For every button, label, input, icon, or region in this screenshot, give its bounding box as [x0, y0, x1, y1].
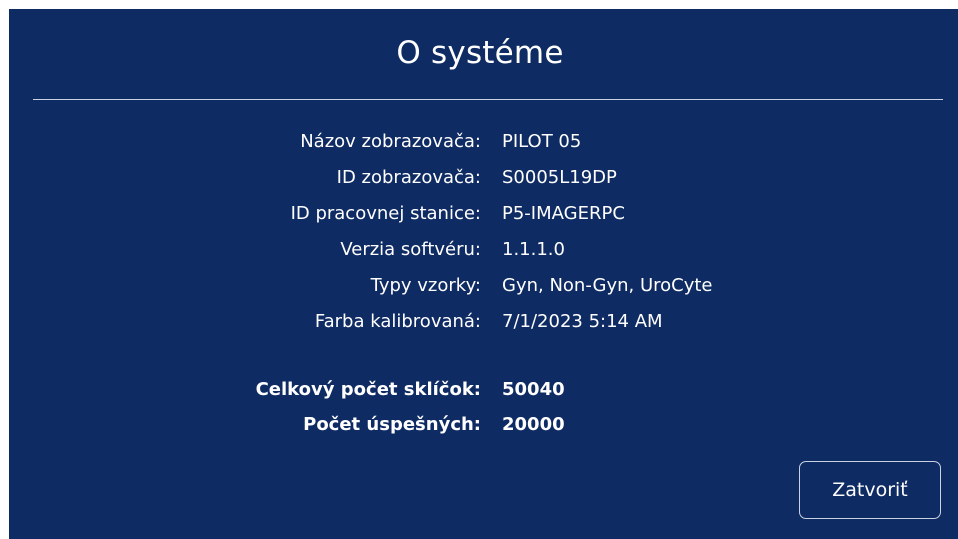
- info-label: Názov zobrazovača:: [300, 131, 481, 152]
- stats-label: Celkový počet sklíčok:: [255, 379, 481, 400]
- info-label: ID pracovnej stanice:: [290, 203, 481, 224]
- info-row-imager-name: Názov zobrazovača: PILOT 05: [9, 127, 958, 157]
- stats-label: Počet úspešných:: [303, 414, 481, 435]
- info-row-color-calibrated: Farba kalibrovaná: 7/1/2023 5:14 AM: [9, 307, 958, 337]
- info-value: Gyn, Non-Gyn, UroCyte: [502, 275, 713, 296]
- info-label: Typy vzorky:: [370, 275, 481, 296]
- info-row-sample-types: Typy vzorky: Gyn, Non-Gyn, UroCyte: [9, 271, 958, 301]
- close-button[interactable]: Zatvoriť: [799, 461, 941, 519]
- info-label: ID zobrazovača:: [336, 167, 481, 188]
- info-label: Farba kalibrovaná:: [314, 311, 481, 332]
- info-value: 7/1/2023 5:14 AM: [502, 311, 663, 332]
- info-value: PILOT 05: [502, 131, 582, 152]
- info-value: P5-IMAGERPC: [502, 203, 625, 224]
- info-row-imager-id: ID zobrazovača: S0005L19DP: [9, 163, 958, 193]
- stats-value: 50040: [502, 379, 565, 400]
- info-label: Verzia softvéru:: [340, 239, 481, 260]
- info-value: 1.1.1.0: [502, 239, 565, 260]
- info-row-software-version: Verzia softvéru: 1.1.1.0: [9, 235, 958, 265]
- dialog-title: O systéme: [396, 35, 564, 71]
- stats-value: 20000: [502, 414, 565, 435]
- stats-row-total-slides: Celkový počet sklíčok: 50040: [9, 375, 958, 405]
- about-system-dialog: O systéme Názov zobrazovača: PILOT 05 ID…: [9, 9, 958, 539]
- stats-row-successful: Počet úspešných: 20000: [9, 410, 958, 440]
- info-value: S0005L19DP: [502, 167, 617, 188]
- info-row-workstation-id: ID pracovnej stanice: P5-IMAGERPC: [9, 199, 958, 229]
- title-divider: [33, 99, 943, 100]
